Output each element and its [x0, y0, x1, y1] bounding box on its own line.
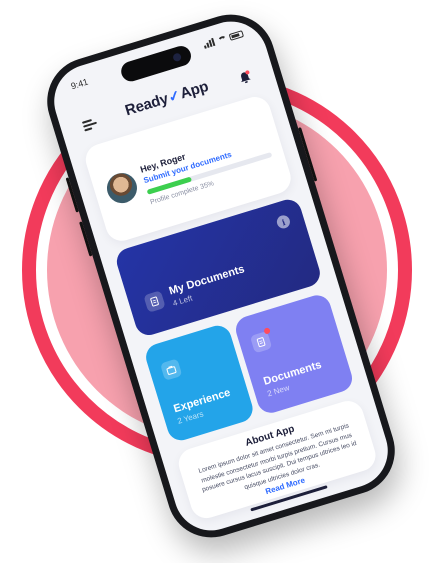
documents-title: Documents: [262, 358, 323, 388]
document-icon: [143, 290, 166, 313]
camera-lens: [172, 52, 183, 63]
signal-icon: [203, 37, 217, 49]
wifi-icon: [217, 35, 228, 45]
logo-word-ready: Ready: [123, 90, 171, 120]
battery-icon: [228, 30, 245, 41]
document-stack-icon: [249, 327, 273, 354]
logo-word-app: App: [178, 77, 211, 103]
new-badge-dot: [263, 327, 271, 335]
info-icon[interactable]: i: [275, 213, 292, 231]
my-documents-title: My Documents: [167, 263, 246, 298]
avatar: [103, 169, 141, 207]
briefcase-icon: [159, 358, 183, 381]
status-icons: [203, 29, 245, 49]
status-time: 9:41: [69, 76, 90, 92]
documents-tile[interactable]: Documents 2 New: [232, 291, 356, 417]
